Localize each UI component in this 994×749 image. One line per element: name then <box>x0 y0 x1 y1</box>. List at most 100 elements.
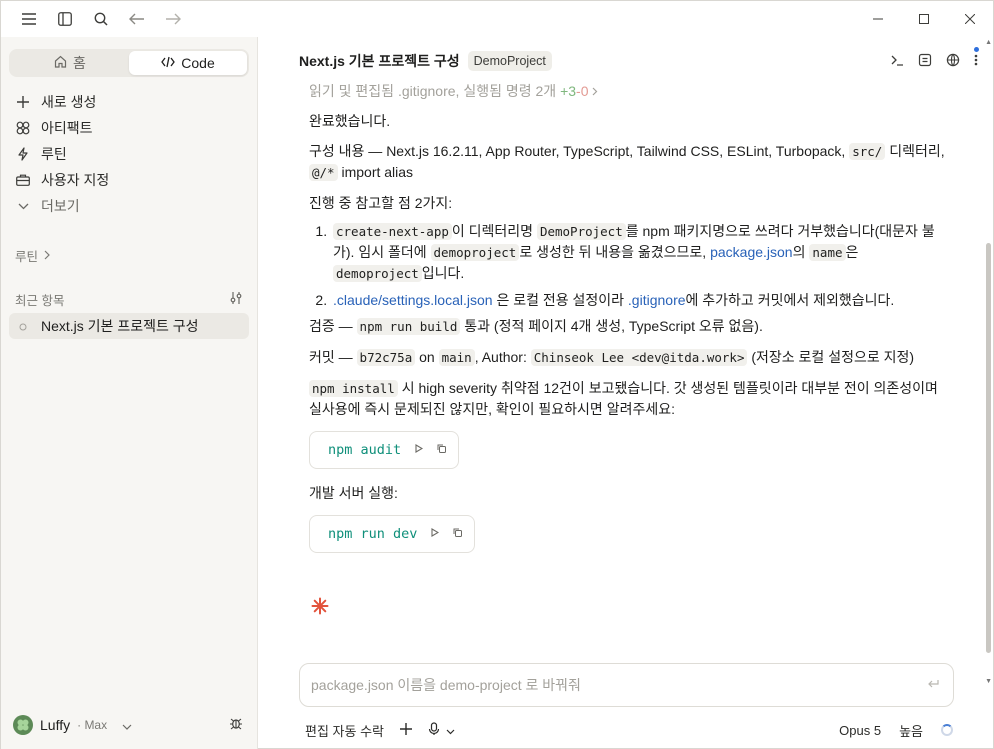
commit-text: (저장소 로컬 설정으로 지정) <box>751 349 915 365</box>
recent-session-item[interactable]: Next.js 기본 프로젝트 구성 <box>9 313 249 339</box>
config-paragraph: 구성 내용 — Next.js 16.2.11, App Router, Typ… <box>309 141 949 183</box>
copy-icon[interactable] <box>437 440 447 460</box>
claude-spark-icon <box>311 597 329 620</box>
file-link[interactable]: package.json <box>710 244 793 260</box>
home-tab[interactable]: 홈 <box>11 51 129 75</box>
sidebar-item-label: 사용자 지정 <box>41 172 110 188</box>
globe-icon[interactable] <box>946 53 960 70</box>
composer <box>299 663 954 707</box>
scrollbar[interactable]: ▲ ▼ <box>984 37 994 749</box>
commit-paragraph: 커밋 — b72c75a on main, Author: Chinseok L… <box>309 347 949 368</box>
recent-section-header: 최근 항목 <box>15 290 64 309</box>
filter-icon[interactable] <box>229 291 243 308</box>
model-selector[interactable]: Opus 5 <box>839 723 881 738</box>
minimize-button[interactable] <box>855 1 901 37</box>
list-item: create-next-app이 디렉터리명 DemoProject를 npm … <box>331 221 949 284</box>
commit-text: on <box>419 349 435 365</box>
recent-section-label: 최근 항목 <box>15 294 65 308</box>
routines-section-label: 루틴 <box>15 250 39 264</box>
sidebar-item-label: 루틴 <box>41 146 67 162</box>
session-title[interactable]: Next.js 기본 프로젝트 구성 <box>299 51 460 71</box>
list-item: .claude/settings.local.json 은 로컬 전용 설정이라… <box>331 290 949 310</box>
session-header: Next.js 기본 프로젝트 구성 DemoProject <box>299 51 552 71</box>
send-icon[interactable] <box>927 678 939 692</box>
scroll-up-arrow[interactable]: ▲ <box>985 39 992 46</box>
forward-arrow-icon[interactable] <box>155 1 191 37</box>
chevron-right-icon <box>44 249 50 263</box>
back-arrow-icon[interactable] <box>119 1 155 37</box>
verify-paragraph: 검증 — npm run build 통과 (정적 페이지 4개 생성, Typ… <box>309 316 949 337</box>
inline-code: create-next-app <box>333 223 452 240</box>
sidebar-item-routines[interactable]: 루틴 <box>9 141 249 167</box>
sidebar-item-more[interactable]: 더보기 <box>9 193 249 219</box>
user-name: Luffy <box>40 717 71 733</box>
chevron-down-icon <box>15 203 31 210</box>
project-badge[interactable]: DemoProject <box>467 51 552 71</box>
sidebar-item-artifacts[interactable]: 아티팩트 <box>9 115 249 141</box>
preview-icon[interactable] <box>918 53 932 70</box>
sidebar-nav: 새로 생성 아티팩트 루틴 사용자 지정 더보기 <box>9 89 249 219</box>
inline-code: npm run build <box>356 318 461 335</box>
run-icon[interactable] <box>431 524 440 544</box>
note-text: 은 로컬 전용 설정이라 <box>496 292 625 308</box>
note-text: 의 <box>792 244 806 260</box>
branch-name: main <box>438 349 475 366</box>
app-window: 홈 Code 새로 생성 아티팩트 루틴 사용자 지정 더보기 루틴 최근 항목… <box>0 0 994 749</box>
mic-button[interactable] <box>428 721 455 739</box>
mic-icon <box>428 721 440 739</box>
artifacts-icon <box>15 121 31 135</box>
loading-spinner-icon <box>941 724 953 736</box>
auto-accept-toggle[interactable]: 편집 자동 수락 <box>305 721 384 740</box>
code-block-dev: npm run dev <box>309 515 476 553</box>
inline-code: name <box>809 244 846 261</box>
main-panel: Next.js 기본 프로젝트 구성 DemoProject 읽기 및 편집됨 … <box>259 37 994 749</box>
scroll-down-arrow[interactable]: ▼ <box>985 678 992 685</box>
config-text: import alias <box>341 164 414 180</box>
inline-code: npm install <box>309 380 398 397</box>
briefcase-icon <box>15 174 31 186</box>
inline-code: @/* <box>309 164 338 181</box>
commit-text: 커밋 — <box>309 349 353 365</box>
home-icon <box>54 55 67 71</box>
composer-toolbar: 편집 자동 수락 Opus 5 높음 <box>305 719 953 741</box>
user-plan: · Max <box>77 718 108 732</box>
verify-text: 통과 (정적 페이지 4개 생성, TypeScript 오류 없음). <box>464 318 763 334</box>
sidebar-item-customize[interactable]: 사용자 지정 <box>9 167 249 193</box>
sidebar-item-new[interactable]: 새로 생성 <box>9 89 249 115</box>
sidebar-item-label: 새로 생성 <box>41 94 97 110</box>
plus-icon <box>15 96 31 108</box>
menu-icon[interactable] <box>11 1 47 37</box>
close-button[interactable] <box>947 1 993 37</box>
code-block-audit: npm audit <box>309 431 460 469</box>
inline-code: DemoProject <box>536 223 626 240</box>
file-link[interactable]: .claude/settings.local.json <box>333 292 493 308</box>
copy-icon[interactable] <box>453 524 463 544</box>
search-icon[interactable] <box>83 1 119 37</box>
terminal-icon[interactable] <box>890 53 904 70</box>
commit-hash: b72c75a <box>356 349 416 366</box>
inline-code: demoproject <box>430 244 520 261</box>
more-options-icon[interactable] <box>974 47 979 70</box>
add-icon[interactable] <box>399 722 412 738</box>
scrollbar-thumb[interactable] <box>986 243 991 653</box>
inline-code: src/ <box>849 143 886 160</box>
file-link[interactable]: .gitignore <box>628 292 686 308</box>
tool-summary[interactable]: 읽기 및 편집됨 .gitignore, 실행됨 명령 2개 +3-0 <box>309 81 949 101</box>
home-tab-label: 홈 <box>73 55 86 71</box>
run-icon[interactable] <box>415 440 424 460</box>
bug-icon[interactable] <box>229 716 243 733</box>
verify-text: 검증 — <box>309 318 353 334</box>
code-tab-label: Code <box>181 55 215 71</box>
avatar <box>13 715 33 735</box>
sidebar-toggle-icon[interactable] <box>47 1 83 37</box>
session-status-icon <box>19 318 27 334</box>
mode-switcher: 홈 Code <box>9 49 249 77</box>
user-menu[interactable]: Luffy · Max <box>13 715 132 735</box>
routines-section-header[interactable]: 루틴 <box>15 246 50 265</box>
effort-selector[interactable]: 높음 <box>899 721 923 740</box>
code-icon <box>161 55 176 71</box>
maximize-button[interactable] <box>901 1 947 37</box>
recent-session-label: Next.js 기본 프로젝트 구성 <box>41 318 199 334</box>
prompt-input[interactable] <box>311 677 901 693</box>
code-tab[interactable]: Code <box>129 51 247 75</box>
